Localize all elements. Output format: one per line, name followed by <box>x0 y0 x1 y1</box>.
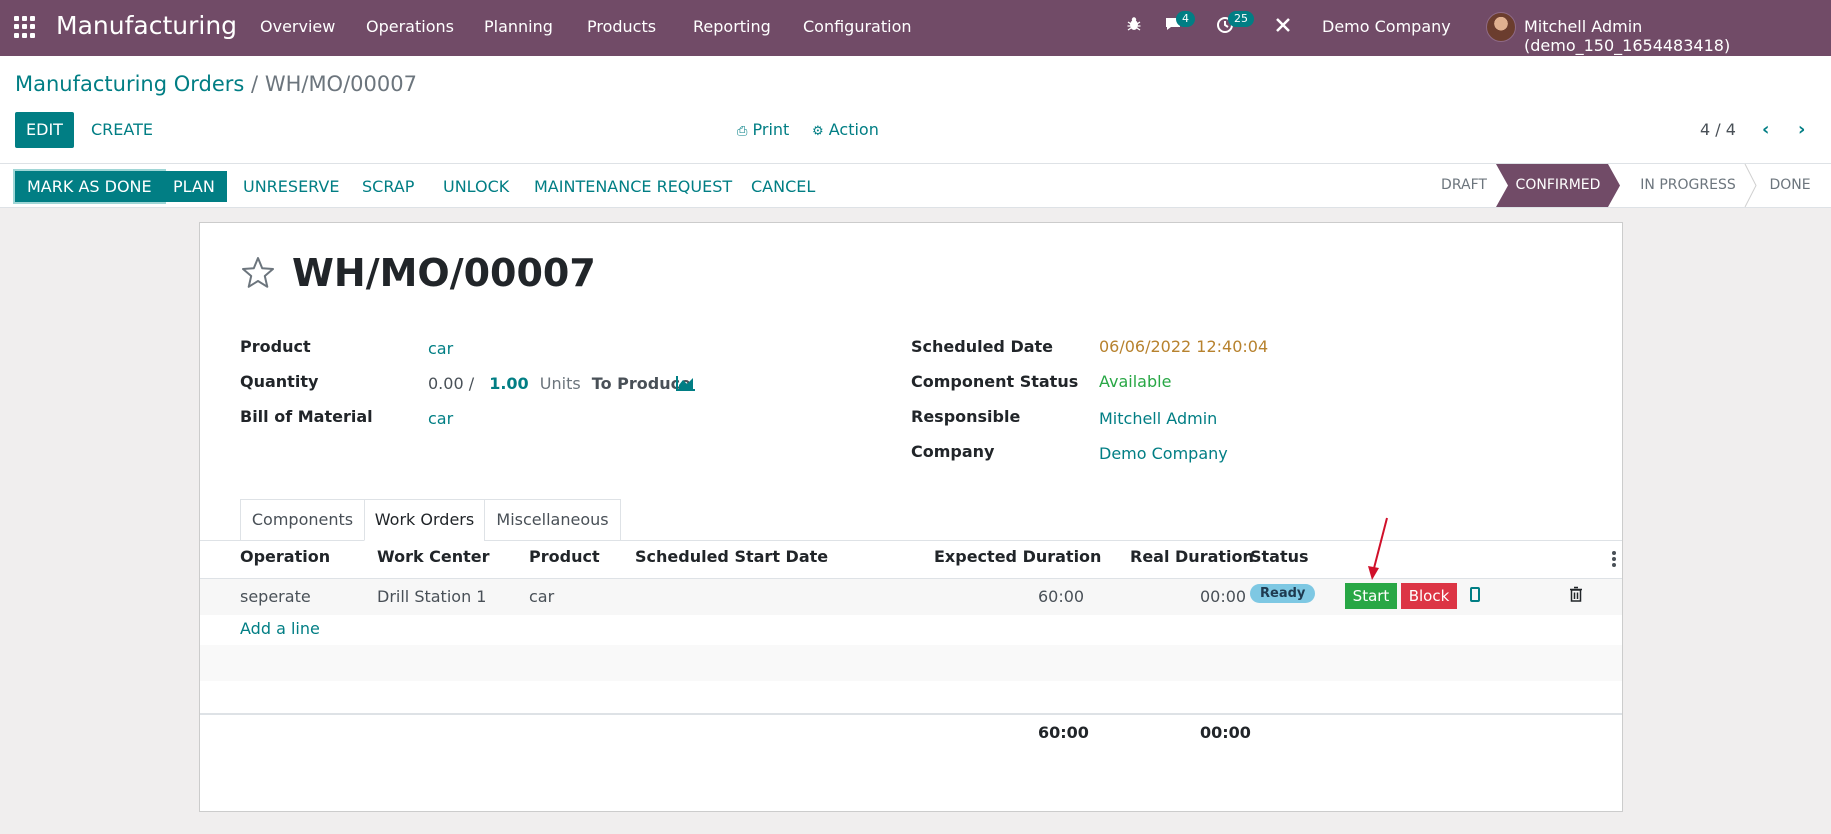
app-menu-grid-icon[interactable] <box>14 16 36 38</box>
col-status[interactable]: Status <box>1250 547 1309 566</box>
stage-in-progress[interactable]: IN PROGRESS <box>1628 164 1748 207</box>
gear-icon: ⚙ <box>812 124 824 139</box>
product-label: Product <box>240 337 311 356</box>
app-brand[interactable]: Manufacturing <box>56 11 237 40</box>
start-button[interactable]: Start <box>1345 583 1397 609</box>
empty-row <box>200 681 1622 717</box>
activities-count-badge: 25 <box>1228 11 1254 27</box>
annotation-arrow-icon <box>1368 517 1388 580</box>
mark-as-done-button[interactable]: MARK AS DONE <box>13 169 166 204</box>
col-operation[interactable]: Operation <box>240 547 330 566</box>
scrap-button[interactable]: SCRAP <box>362 171 414 202</box>
menu-overview[interactable]: Overview <box>260 17 335 36</box>
action-button[interactable]: ⚙ Action <box>812 120 879 139</box>
tools-wrench-icon[interactable] <box>1272 16 1294 38</box>
responsible-value[interactable]: Mitchell Admin <box>1099 409 1217 428</box>
product-value[interactable]: car <box>428 339 453 358</box>
messages-count-badge: 4 <box>1176 11 1195 27</box>
table-footer-divider <box>200 713 1622 715</box>
quantity-separator: / <box>468 374 475 393</box>
cell-operation: seperate <box>240 587 311 606</box>
stage-draft[interactable]: DRAFT <box>1432 164 1496 207</box>
breadcrumb-current: WH/MO/00007 <box>264 72 417 96</box>
pager-next-icon[interactable]: › <box>1798 119 1805 140</box>
top-navbar: Manufacturing Overview Operations Planni… <box>0 0 1831 56</box>
quantity-units: Units <box>539 374 581 393</box>
quantity-field: 0.00 / 1.00 Units To Produce <box>428 374 691 393</box>
user-menu[interactable]: Mitchell Admin (demo_150_1654483418) <box>1524 17 1831 55</box>
tab-miscellaneous[interactable]: Miscellaneous <box>484 499 621 541</box>
component-status-value: Available <box>1099 372 1172 391</box>
action-label: Action <box>828 120 879 139</box>
menu-operations[interactable]: Operations <box>366 17 454 36</box>
user-avatar[interactable] <box>1486 12 1516 42</box>
status-badge: Ready <box>1250 584 1316 603</box>
pager-previous-icon[interactable]: ‹ <box>1762 119 1769 140</box>
stage-divider-icon <box>1744 164 1757 207</box>
optional-columns-kebab-icon[interactable] <box>1612 551 1616 567</box>
form-sheet: WH/MO/00007 Product car Quantity 0.00 / … <box>199 222 1623 812</box>
col-scheduled-start[interactable]: Scheduled Start Date <box>635 547 828 566</box>
component-status-label: Component Status <box>911 372 1079 391</box>
add-line-link[interactable]: Add a line <box>240 619 320 638</box>
col-work-center[interactable]: Work Center <box>377 547 490 566</box>
control-panel: Manufacturing Orders / WH/MO/00007 EDIT … <box>0 56 1831 164</box>
responsible-label: Responsible <box>911 407 1021 426</box>
bom-label: Bill of Material <box>240 407 373 426</box>
print-label: Print <box>752 120 790 139</box>
breadcrumb: Manufacturing Orders / WH/MO/00007 <box>15 72 417 96</box>
print-button[interactable]: ⎙ Print <box>737 120 789 139</box>
favorite-star-icon[interactable] <box>240 255 276 291</box>
stage-done[interactable]: DONE <box>1752 164 1828 207</box>
tab-work-orders[interactable]: Work Orders <box>364 499 485 541</box>
record-title: WH/MO/00007 <box>292 251 596 295</box>
maintenance-request-button[interactable]: MAINTENANCE REQUEST <box>534 171 732 202</box>
menu-configuration[interactable]: Configuration <box>803 17 912 36</box>
menu-planning[interactable]: Planning <box>484 17 553 36</box>
edit-button[interactable]: EDIT <box>15 112 74 148</box>
stage-confirmed[interactable]: CONFIRMED <box>1496 164 1620 207</box>
company-label: Company <box>911 442 995 461</box>
col-product[interactable]: Product <box>529 547 600 566</box>
tab-components[interactable]: Components <box>240 499 365 541</box>
tablet-view-icon[interactable] <box>1470 587 1480 602</box>
cancel-button[interactable]: CANCEL <box>751 171 815 202</box>
total-real-duration: 00:00 <box>1200 723 1251 742</box>
unreserve-button[interactable]: UNRESERVE <box>243 171 339 202</box>
create-button[interactable]: CREATE <box>91 120 153 139</box>
cell-expected-duration: 60:00 <box>1038 587 1085 606</box>
breadcrumb-separator: / <box>251 72 259 96</box>
print-icon: ⎙ <box>737 124 748 139</box>
unlock-button[interactable]: UNLOCK <box>443 171 509 202</box>
total-expected-duration: 60:00 <box>1038 723 1089 742</box>
quantity-done: 0.00 <box>428 374 464 393</box>
forecast-chart-icon[interactable] <box>676 375 696 391</box>
cell-product: car <box>529 587 555 606</box>
col-real-duration[interactable]: Real Duration <box>1130 547 1254 566</box>
bom-value[interactable]: car <box>428 409 453 428</box>
empty-row <box>200 645 1622 681</box>
trash-icon[interactable] <box>1569 586 1583 602</box>
company-value[interactable]: Demo Company <box>1099 444 1228 463</box>
breadcrumb-parent[interactable]: Manufacturing Orders <box>15 72 244 96</box>
menu-products[interactable]: Products <box>587 17 656 36</box>
scheduled-date-value[interactable]: 06/06/2022 12:40:04 <box>1099 337 1268 356</box>
quantity-label: Quantity <box>240 372 319 391</box>
block-button[interactable]: Block <box>1401 583 1457 609</box>
cell-work-center: Drill Station 1 <box>377 587 487 606</box>
quantity-total: 1.00 <box>489 374 529 393</box>
status-bar: MARK AS DONE PLAN UNRESERVE SCRAP UNLOCK… <box>0 164 1831 208</box>
cell-real-duration: 00:00 <box>1200 587 1247 606</box>
col-expected-duration[interactable]: Expected Duration <box>934 547 1101 566</box>
scheduled-date-label: Scheduled Date <box>911 337 1054 356</box>
plan-button[interactable]: PLAN <box>161 171 227 202</box>
menu-reporting[interactable]: Reporting <box>693 17 771 36</box>
company-switcher[interactable]: Demo Company <box>1322 17 1451 36</box>
pager-value[interactable]: 4 / 4 <box>1700 120 1736 139</box>
debug-bug-icon[interactable] <box>1123 16 1145 38</box>
